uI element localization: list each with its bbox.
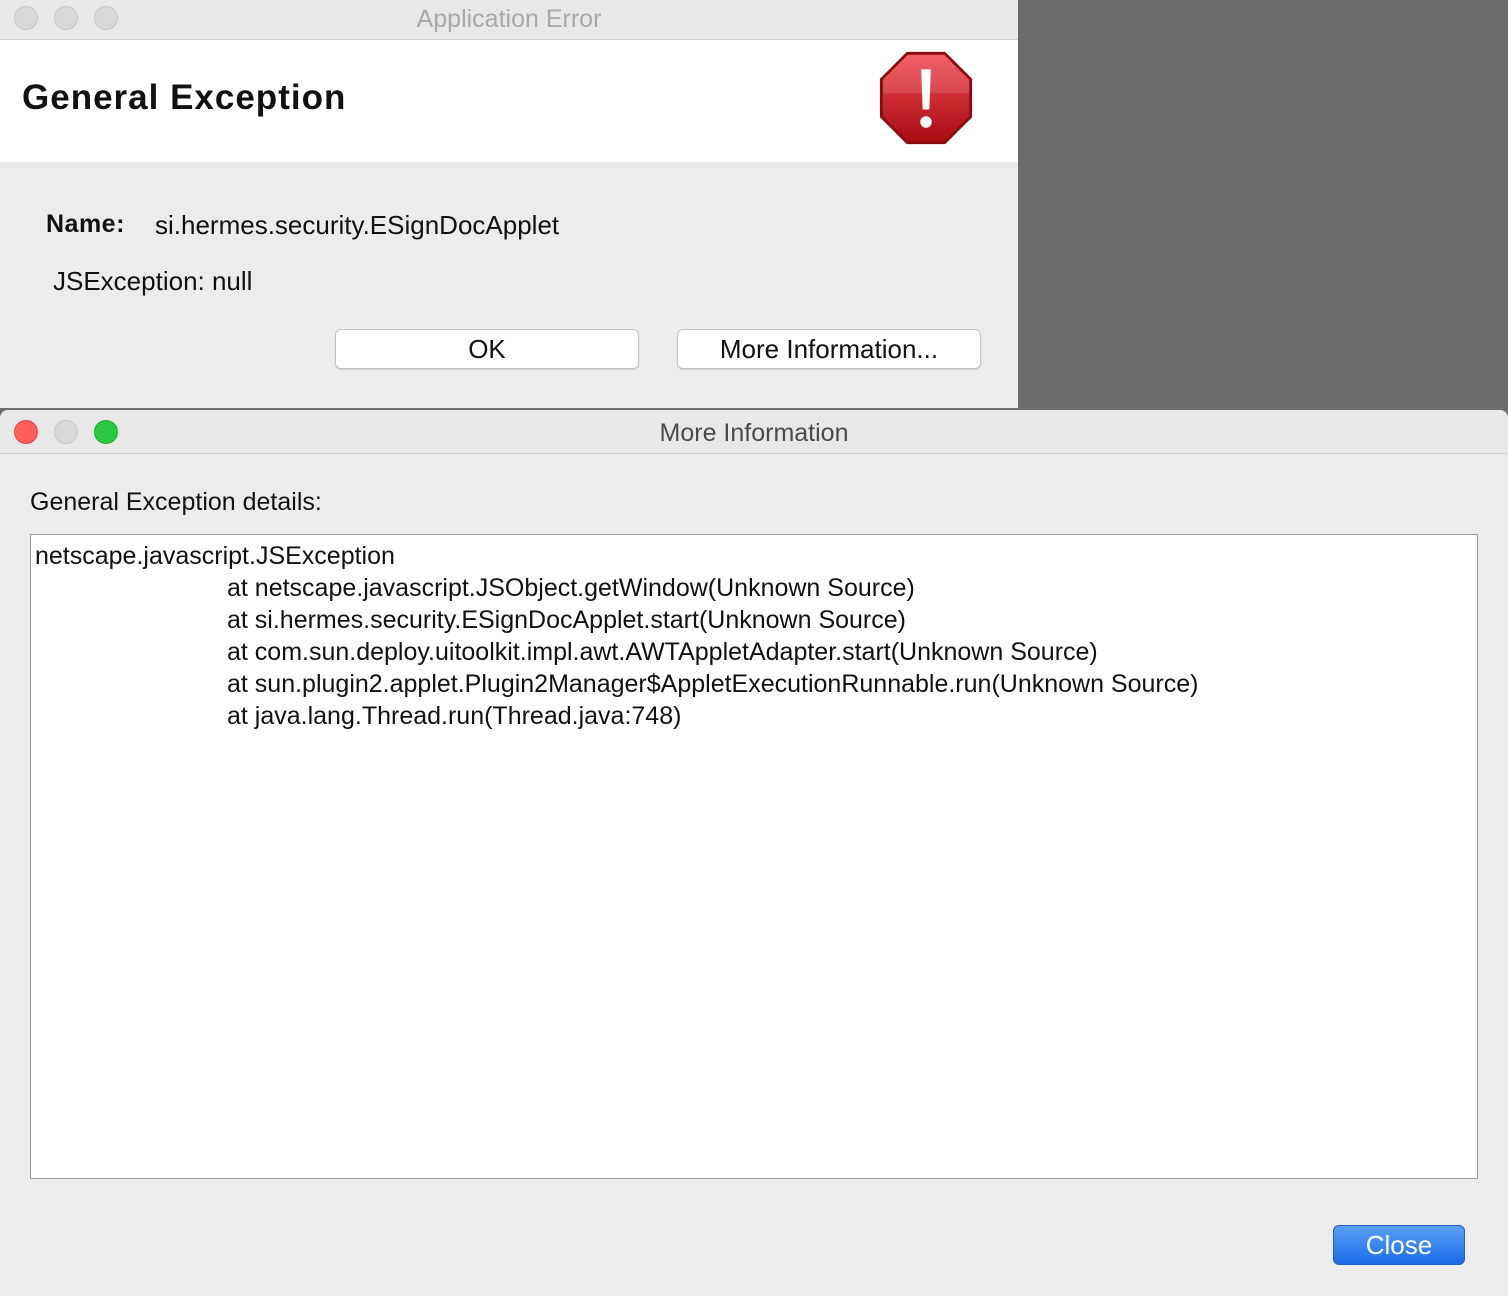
page-title: General Exception	[22, 78, 347, 117]
ok-button[interactable]: OK	[335, 329, 639, 369]
close-button[interactable]: Close	[1333, 1225, 1465, 1265]
application-error-window: Application Error General Exception Name…	[0, 0, 1018, 408]
trace-line: at si.hermes.security.ESignDocApplet.sta…	[227, 606, 906, 634]
title-bar[interactable]: More Information	[0, 410, 1508, 454]
window-title: More Information	[659, 419, 849, 447]
details-label: General Exception details:	[30, 488, 322, 516]
stack-trace-textarea[interactable]: netscape.javascript.JSException at netsc…	[30, 534, 1478, 1179]
trace-line: at java.lang.Thread.run(Thread.java:748)	[227, 702, 682, 730]
name-value: si.hermes.security.ESignDocApplet	[155, 210, 560, 240]
error-stop-icon	[879, 51, 973, 145]
title-bar[interactable]: Application Error	[0, 0, 1018, 40]
more-information-button[interactable]: More Information...	[677, 329, 981, 369]
name-label: Name:	[46, 210, 125, 238]
trace-line: at sun.plugin2.applet.Plugin2Manager$App…	[227, 670, 1199, 698]
trace-line: at com.sun.deploy.uitoolkit.impl.awt.AWT…	[227, 638, 1098, 666]
trace-line: at netscape.javascript.JSObject.getWindo…	[227, 574, 915, 602]
window-title: Application Error	[416, 5, 602, 33]
trace-header: netscape.javascript.JSException	[35, 542, 395, 570]
exception-message: JSException: null	[53, 266, 253, 296]
more-information-window: More Information General Exception detai…	[0, 410, 1508, 1296]
